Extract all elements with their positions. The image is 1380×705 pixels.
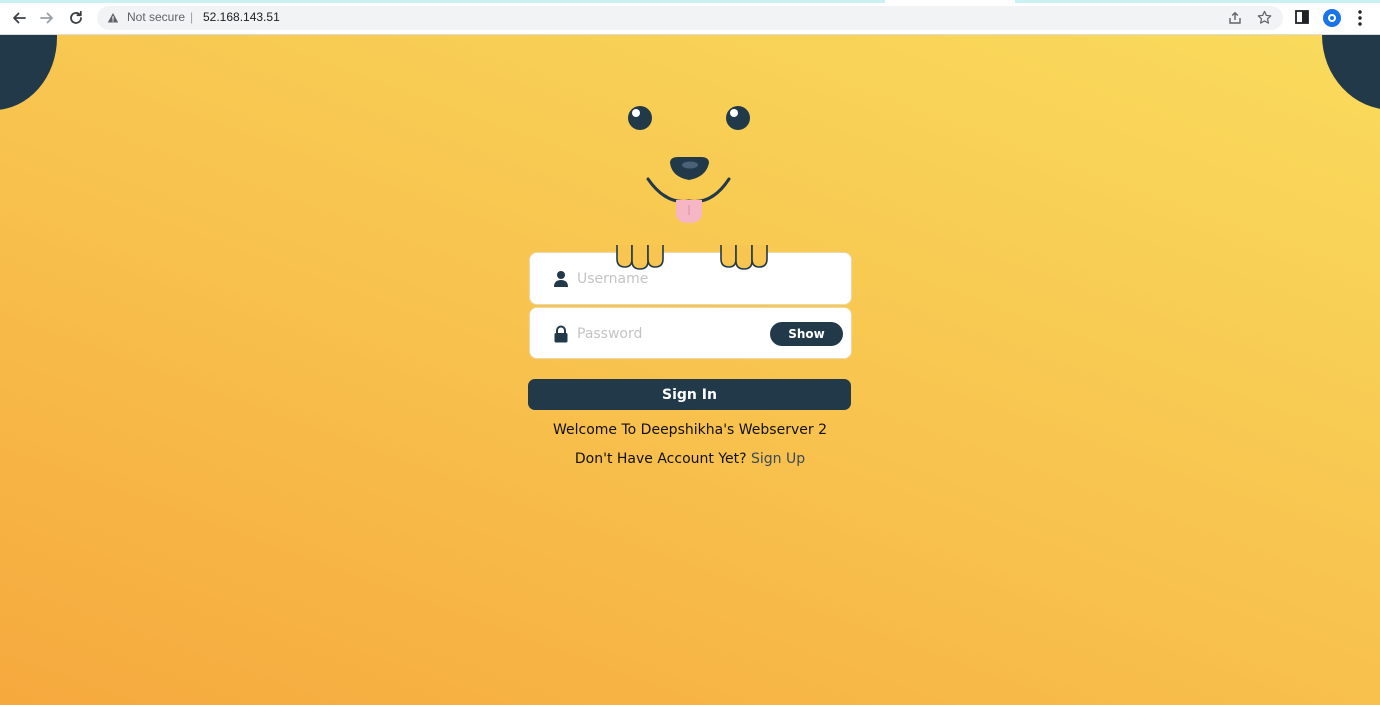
password-field[interactable]: Show	[529, 307, 852, 359]
dog-mouth	[646, 177, 731, 204]
decor-corner-left	[0, 35, 57, 110]
username-field[interactable]	[529, 252, 852, 305]
forward-arrow-icon	[40, 12, 53, 24]
url-text[interactable]: 52.168.143.51	[203, 10, 280, 24]
signup-prompt: Don't Have Account Yet? Sign Up	[440, 451, 940, 467]
side-panel-icon[interactable]	[1295, 10, 1309, 24]
right-eye	[726, 106, 750, 130]
password-input[interactable]	[577, 318, 767, 350]
show-password-button[interactable]: Show	[770, 322, 843, 346]
decor-corner-right	[1322, 35, 1380, 110]
dog-paws-illustration	[616, 245, 768, 270]
dog-face-illustration	[628, 106, 750, 223]
sign-up-link[interactable]: Sign Up	[751, 451, 805, 467]
dog-nose	[670, 157, 709, 180]
star-icon[interactable]	[1257, 10, 1272, 25]
browser-toolbar: Not secure | 52.168.143.51	[0, 0, 1380, 35]
kebab-menu-icon[interactable]	[1352, 9, 1368, 27]
address-separator: |	[190, 10, 194, 24]
security-label[interactable]: Not secure	[127, 10, 185, 24]
forward-button[interactable]	[36, 7, 58, 29]
welcome-text: Welcome To Deepshikha's Webserver 2	[553, 422, 827, 438]
login-page: Show Sign In Welcome To Deepshikha's Web…	[0, 35, 1380, 705]
warning-icon[interactable]	[107, 12, 119, 24]
tab-strip-edge	[0, 0, 1380, 3]
lock-icon	[554, 325, 568, 343]
dog-tongue	[676, 200, 702, 223]
left-eye	[628, 106, 652, 130]
address-bar[interactable]: Not secure | 52.168.143.51	[97, 6, 1283, 30]
sign-in-button[interactable]: Sign In	[528, 379, 851, 410]
no-account-text: Don't Have Account Yet?	[574, 451, 747, 467]
user-icon	[554, 271, 568, 287]
back-button[interactable]	[8, 7, 30, 29]
share-icon[interactable]	[1228, 11, 1242, 25]
username-input[interactable]	[577, 263, 767, 295]
extension-icon[interactable]	[1323, 9, 1341, 27]
reload-button[interactable]	[65, 7, 87, 29]
reload-icon	[70, 10, 82, 24]
back-arrow-icon	[13, 12, 26, 24]
